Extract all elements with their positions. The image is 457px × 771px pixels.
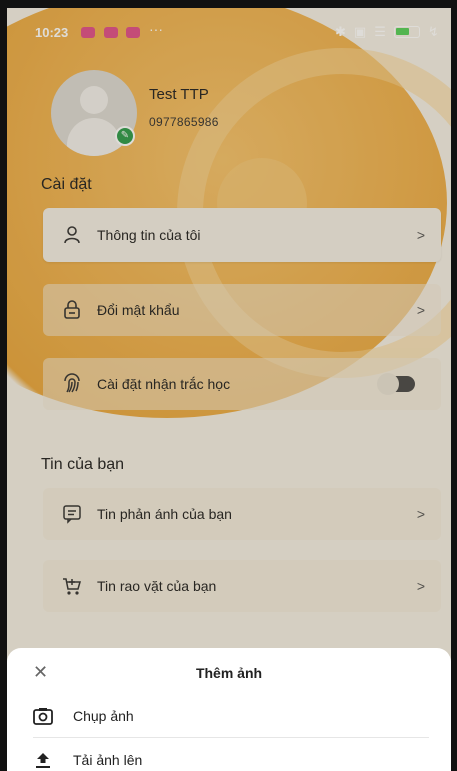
frame-right	[451, 0, 457, 771]
add-photo-sheet: ✕ Thêm ảnh Chụp ảnh Tải ảnh lên	[7, 648, 451, 771]
sheet-title: Thêm ảnh	[195, 665, 263, 681]
take-photo-label: Chụp ảnh	[73, 708, 134, 724]
frame-top	[0, 0, 457, 8]
app-screen: 10:23 ··· ✱ ▣ ☰ ↯ ✎ Test TTP 0977865986 …	[7, 8, 451, 771]
divider	[33, 737, 429, 738]
frame-left	[0, 0, 7, 771]
device-frame: 10:23 ··· ✱ ▣ ☰ ↯ ✎ Test TTP 0977865986 …	[0, 0, 457, 771]
camera-icon	[33, 706, 53, 726]
upload-photo-label: Tải ảnh lên	[73, 752, 143, 768]
upload-photo-option[interactable]: Tải ảnh lên	[33, 742, 429, 771]
take-photo-option[interactable]: Chụp ảnh	[33, 698, 429, 734]
upload-icon	[33, 750, 53, 770]
